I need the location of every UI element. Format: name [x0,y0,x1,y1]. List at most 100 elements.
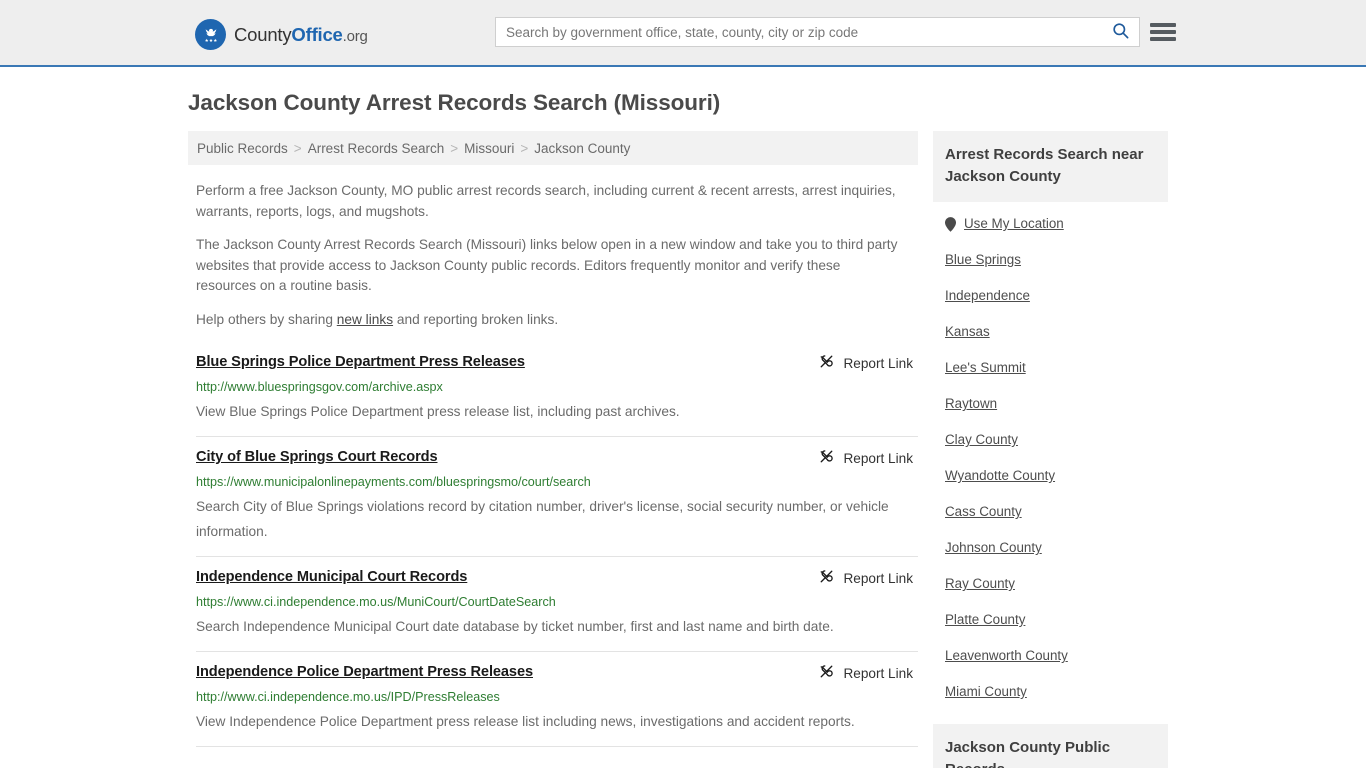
sidebar-link-label[interactable]: Miami County [945,683,1027,701]
sidebar-heading-nearby: Arrest Records Search near Jackson Count… [933,131,1168,202]
result-item: City of Blue Springs Court Records Repor… [196,436,918,556]
logo-text-office: Office [291,23,343,45]
search-button[interactable] [1101,18,1139,46]
sidebar-link-label[interactable]: Cass County [945,503,1022,521]
broken-link-icon [818,353,835,373]
breadcrumb: Public Records > Arrest Records Search >… [188,131,918,165]
hamburger-bar-2 [1150,30,1176,34]
report-link-label: Report Link [843,570,913,586]
broken-link-icon [818,568,835,588]
breadcrumb-item-jackson-county[interactable]: Jackson County [534,141,630,156]
sidebar-link-label[interactable]: Leavenworth County [945,647,1068,665]
sidebar-item-johnson-county[interactable]: Johnson County [945,530,1168,566]
intro-p3-after: and reporting broken links. [393,311,559,327]
result-header: City of Blue Springs Court Records Repor… [196,447,918,468]
result-title-link[interactable]: Blue Springs Police Department Press Rel… [196,352,525,372]
sidebar-link-label[interactable]: Raytown [945,395,997,413]
result-header: Blue Springs Police Department Press Rel… [196,352,918,373]
breadcrumb-item-arrest-records-search[interactable]: Arrest Records Search [308,141,445,156]
sidebar-link-label[interactable]: Blue Springs [945,251,1021,269]
sidebar: Arrest Records Search near Jackson Count… [933,131,1168,768]
sidebar-item-leavenworth-county[interactable]: Leavenworth County [945,638,1168,674]
sidebar-item-raytown[interactable]: Raytown [945,386,1168,422]
hamburger-bar-3 [1150,37,1176,41]
breadcrumb-separator: > [450,140,459,156]
intro-text: Perform a free Jackson County, MO public… [188,165,918,330]
intro-paragraph-3: Help others by sharing new links and rep… [188,297,900,331]
sidebar-link-label[interactable]: Wyandotte County [945,467,1055,485]
report-link-button[interactable]: Report Link [818,663,918,683]
sidebar-link-label[interactable]: Use My Location [964,215,1064,233]
result-url[interactable]: http://www.ci.independence.mo.us/IPD/Pre… [196,689,918,705]
page-title: Jackson County Arrest Records Search (Mi… [188,90,721,115]
result-url[interactable]: https://www.ci.independence.mo.us/MuniCo… [196,594,918,610]
sidebar-link-label[interactable]: Johnson County [945,539,1042,557]
site-logo-text: CountyOffice.org [234,24,368,46]
breadcrumb-separator: > [520,140,529,156]
breadcrumb-item-public-records[interactable]: Public Records [197,141,288,156]
result-url[interactable]: http://www.bluespringsgov.com/archive.as… [196,379,918,395]
result-description: Search City of Blue Springs violations r… [196,499,889,539]
report-link-button[interactable]: Report Link [818,448,918,468]
sidebar-heading-public-records: Jackson County Public Records [933,724,1168,768]
sidebar-link-label[interactable]: Clay County [945,431,1018,449]
search-bar[interactable] [495,17,1140,47]
sidebar-item-ray-county[interactable]: Ray County [945,566,1168,602]
report-link-label: Report Link [843,665,913,681]
sidebar-link-label[interactable]: Platte County [945,611,1025,629]
sidebar-item-miami-county[interactable]: Miami County [945,674,1168,710]
logo-text-county: County [234,23,292,45]
new-links-link[interactable]: new links [337,312,393,327]
broken-link-icon [818,448,835,468]
report-link-button[interactable]: Report Link [818,353,918,373]
report-link-label: Report Link [843,450,913,466]
search-icon [1111,21,1130,43]
content-container: Jackson County Arrest Records Search (Mi… [188,67,1178,768]
result-description: Search Independence Municipal Court date… [196,619,834,634]
result-list: Blue Springs Police Department Press Rel… [188,346,918,747]
page-body: Jackson County Arrest Records Search (Mi… [0,67,1366,768]
breadcrumb-item-missouri[interactable]: Missouri [464,141,514,156]
sidebar-item-platte-county[interactable]: Platte County [945,602,1168,638]
intro-paragraph-2: The Jackson County Arrest Records Search… [196,237,898,293]
result-title-link[interactable]: Independence Municipal Court Records [196,567,467,587]
site-header: CountyOffice.org [0,0,1366,67]
result-title-link[interactable]: City of Blue Springs Court Records [196,447,438,467]
sidebar-link-label[interactable]: Lee's Summit [945,359,1026,377]
breadcrumb-separator: > [293,140,302,156]
search-input[interactable] [496,18,1101,46]
result-item: Independence Municipal Court Records Rep… [196,556,918,651]
result-item: Independence Police Department Press Rel… [196,651,918,746]
site-logo[interactable]: CountyOffice.org [195,19,368,50]
sidebar-item-use-my-location[interactable]: Use My Location [945,206,1168,242]
sidebar-item-blue-springs[interactable]: Blue Springs [945,242,1168,278]
logo-text-org: .org [342,27,368,45]
two-column-layout: Public Records > Arrest Records Search >… [188,131,1178,768]
hamburger-menu-icon[interactable] [1150,20,1176,44]
report-link-label: Report Link [843,355,913,371]
sidebar-nearby-links: Use My Location Blue Springs Independenc… [933,202,1168,710]
hamburger-bar-1 [1150,23,1176,27]
result-item: Blue Springs Police Department Press Rel… [196,346,918,436]
sidebar-link-label[interactable]: Independence [945,287,1030,305]
eagle-seal-icon [195,19,226,50]
result-header: Independence Municipal Court Records Rep… [196,567,918,588]
sidebar-item-lees-summit[interactable]: Lee's Summit [945,350,1168,386]
sidebar-item-wyandotte-county[interactable]: Wyandotte County [945,458,1168,494]
result-description: View Blue Springs Police Department pres… [196,404,680,419]
report-link-button[interactable]: Report Link [818,568,918,588]
map-pin-icon [945,216,956,232]
result-url[interactable]: https://www.municipalonlinepayments.com/… [196,474,918,490]
broken-link-icon [818,663,835,683]
sidebar-item-clay-county[interactable]: Clay County [945,422,1168,458]
main-column: Public Records > Arrest Records Search >… [188,131,918,747]
result-list-divider [196,746,918,747]
result-header: Independence Police Department Press Rel… [196,662,918,683]
result-title-link[interactable]: Independence Police Department Press Rel… [196,662,533,682]
sidebar-link-label[interactable]: Ray County [945,575,1015,593]
sidebar-item-cass-county[interactable]: Cass County [945,494,1168,530]
sidebar-item-kansas[interactable]: Kansas [945,314,1168,350]
sidebar-item-independence[interactable]: Independence [945,278,1168,314]
sidebar-link-label[interactable]: Kansas [945,323,990,341]
intro-paragraph-1: Perform a free Jackson County, MO public… [196,183,896,219]
